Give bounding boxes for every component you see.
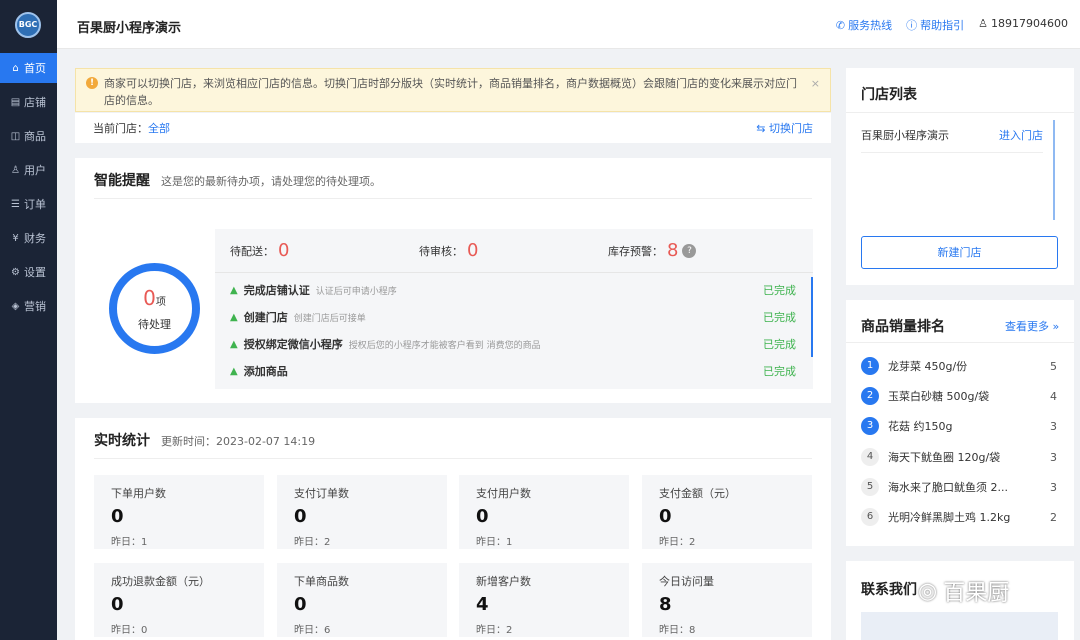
- update-time: 更新时间：2023-02-07 14:19: [161, 435, 316, 448]
- sidebar-item-goods[interactable]: ◫ 商品: [0, 121, 57, 151]
- reminder-subtitle: 这是您的最新待办项，请处理您的待处理项。: [161, 175, 381, 188]
- bell-icon: ▲: [230, 311, 238, 323]
- stat-card[interactable]: 下单用户数 0 昨日：1: [94, 475, 264, 549]
- store-list-item: 百果厨小程序演示 进入门店: [861, 127, 1043, 153]
- todo-item[interactable]: ▲ 完成店铺认证 认证后可申请小程序 已完成: [230, 279, 796, 301]
- contact-title: 联系我们: [861, 582, 917, 598]
- enter-store-link[interactable]: 进入门店: [999, 127, 1043, 152]
- scrollbar[interactable]: [811, 277, 813, 357]
- reminder-title: 智能提醒: [94, 173, 150, 189]
- user-account[interactable]: ♙ 18917904600: [978, 17, 1068, 33]
- home-icon: ⌂: [12, 62, 19, 74]
- brand-logo[interactable]: BGC: [15, 12, 41, 38]
- sidebar-item-settings[interactable]: ⚙ 设置: [0, 257, 57, 287]
- bell-icon: ▲: [230, 284, 238, 296]
- user-icon: ♙: [11, 164, 20, 176]
- divider: [94, 458, 812, 459]
- ranking-item[interactable]: 5 海水来了脆口鱿鱼须 2... 3: [861, 474, 1057, 500]
- divider: [846, 112, 1074, 113]
- bell-icon: ▲: [230, 338, 238, 350]
- order-icon: ☰: [11, 198, 20, 210]
- close-icon[interactable]: ×: [811, 75, 820, 92]
- sidebar-item-store[interactable]: ▤ 店铺: [0, 87, 57, 117]
- sidebar: BGC ⌂ 首页 ▤ 店铺 ◫ 商品 ♙ 用户 ☰ 订单 ¥ 财务 ⚙ 设置 ◈ 营销: [0, 0, 57, 640]
- store-list-title: 门店列表: [861, 87, 917, 103]
- stat-card[interactable]: 下单商品数 0 昨日：6: [277, 563, 447, 637]
- question-icon[interactable]: ?: [682, 244, 697, 258]
- todo-item[interactable]: ▲ 授权绑定微信小程序 授权后您的小程序才能被客户看到 消费您的商品 已完成: [230, 333, 796, 355]
- watermark: ◎ 百果厨: [918, 578, 1010, 607]
- todo-item[interactable]: ▲ 添加商品 已完成: [230, 360, 796, 382]
- yen-icon: ¥: [12, 232, 19, 244]
- ranking-item[interactable]: 6 光明冷鲜黑脚土鸡 1.2kg 2: [861, 504, 1057, 530]
- bag-icon: ◫: [10, 130, 21, 142]
- tag-icon: ◈: [11, 300, 20, 312]
- current-store-value[interactable]: 全部: [148, 120, 170, 136]
- phone-icon: ✆: [835, 18, 846, 32]
- divider: [846, 342, 1074, 343]
- sidebar-item-home[interactable]: ⌂ 首页: [0, 53, 57, 83]
- question-icon: ⓘ: [906, 19, 918, 32]
- swap-icon: ⇆: [756, 122, 769, 135]
- app-title: 百果厨小程序演示: [77, 21, 182, 36]
- switch-store-button[interactable]: ⇆ 切换门店: [756, 120, 813, 136]
- scrollbar[interactable]: [1053, 120, 1055, 220]
- store-icon: ▤: [10, 96, 21, 108]
- new-store-button[interactable]: 新建门店: [861, 236, 1058, 269]
- stats-title: 实时统计: [94, 433, 150, 449]
- todo-box: 待配送： 0 待审核： 0 库存预警： 8? ▲ 完成店铺认证 认证后可申请小程序 已完成 …: [215, 229, 813, 389]
- current-store-bar: 当前门店： 全部 ⇆ 切换门店: [75, 113, 831, 143]
- store-switch-notice: ! 商家可以切换门店，来浏览相应门店的信息。切换门店时部分版块（实时统计，商品销…: [75, 68, 831, 112]
- gear-icon: ⚙: [11, 266, 20, 278]
- divider: [94, 198, 812, 199]
- stat-card[interactable]: 支付订单数 0 昨日：2: [277, 475, 447, 549]
- todo-item[interactable]: ▲ 创建门店 创建门店后可接单 已完成: [230, 306, 796, 328]
- user-icon: ♙: [978, 17, 989, 30]
- review-count[interactable]: 待审核： 0: [419, 242, 478, 260]
- stat-card[interactable]: 成功退款金额（元） 0 昨日：0: [94, 563, 264, 637]
- stock-warning-count[interactable]: 库存预警： 8?: [608, 242, 697, 260]
- ranking-item[interactable]: 3 花菇 约150g 3: [861, 413, 1057, 439]
- help-link[interactable]: ⓘ 帮助指引: [906, 17, 964, 33]
- sidebar-item-finance[interactable]: ¥ 财务: [0, 223, 57, 253]
- ranking-item[interactable]: 4 海天下鱿鱼圈 120g/袋 3: [861, 444, 1057, 470]
- ranking-item[interactable]: 2 玉菜白砂糖 500g/袋 4: [861, 383, 1057, 409]
- ranking-title: 商品销量排名: [861, 319, 945, 335]
- contact-image: [861, 612, 1058, 640]
- hotline-link[interactable]: ✆ 服务热线: [836, 17, 892, 33]
- stat-card[interactable]: 支付金额（元） 0 昨日：2: [642, 475, 812, 549]
- bell-icon: ▲: [230, 365, 238, 377]
- stat-card[interactable]: 支付用户数 0 昨日：1: [459, 475, 629, 549]
- sidebar-item-marketing[interactable]: ◈ 营销: [0, 291, 57, 321]
- ranking-item[interactable]: 1 龙芽菜 450g/份 5: [861, 353, 1057, 379]
- sidebar-item-orders[interactable]: ☰ 订单: [0, 189, 57, 219]
- wechat-icon: ◎: [918, 578, 938, 604]
- top-header: 百果厨小程序演示 ✆ 服务热线 ⓘ 帮助指引 ♙ 18917904600: [57, 0, 1080, 49]
- stat-card[interactable]: 今日访问量 8 昨日：8: [642, 563, 812, 637]
- sidebar-item-users[interactable]: ♙ 用户: [0, 155, 57, 185]
- stat-card[interactable]: 新增客户数 4 昨日：2: [459, 563, 629, 637]
- delivery-count[interactable]: 待配送： 0: [230, 242, 289, 260]
- view-more-link[interactable]: 查看更多 »: [1005, 318, 1059, 334]
- pending-ring: 0项 待处理: [109, 263, 200, 354]
- warning-icon: !: [86, 77, 98, 89]
